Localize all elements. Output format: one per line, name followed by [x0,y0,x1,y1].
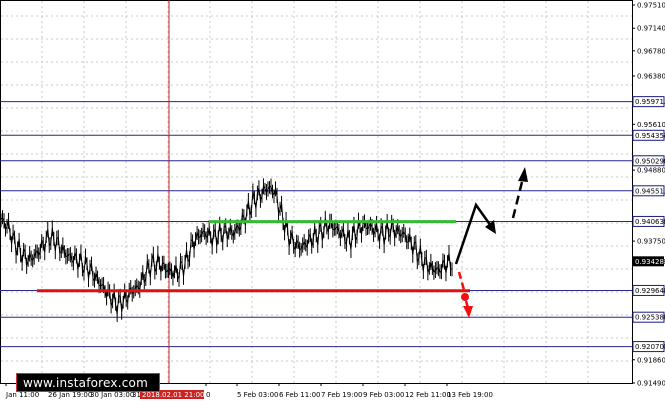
highlight-x-label: 2018.02.01 21:00 [142,391,204,399]
forecast-up-dashed-arrowhead [518,167,528,182]
y-tick-label: 0.96780 [637,47,665,55]
forecast-down-marker [461,293,469,301]
y-tick-label: 0.93750 [637,238,665,246]
plot-frame [0,0,633,384]
x-tick-label: 7 Feb 19:00 [321,391,362,399]
y-tick-label: 0.91860 [637,356,665,364]
chart-canvas: 0.97510 0.97140 0.96780 0.96380 0.95971 0.956… [0,0,665,399]
y-tick-label: 0.95610 [637,121,665,129]
level-price-label: 0.92964 [635,287,664,295]
level-price-label: 0.95971 [635,98,664,106]
y-tick-label: 0.97510 [637,2,665,10]
x-tick-label: Jan 11:00 [5,391,39,399]
y-tick-label: 0.91490 [637,380,665,388]
x-tick-label: 9 Feb 03:00 [363,391,404,399]
x-tick-label: 13 Feb 19:00 [447,391,493,399]
forecast-up-dashed [511,177,525,219]
level-price-label: 0.94063 [635,218,664,226]
forecast-up-arrowhead [485,220,496,234]
forecast-up-path [454,202,493,265]
y-tick-label: 0.96380 [637,72,665,80]
x-tick-label: 12 Feb 11:00 [405,391,451,399]
x-tick-label: 0 [206,391,210,399]
x-tick-label: 5 Feb 03:00 [237,391,278,399]
level-price-label: 0.95029 [635,157,664,165]
y-tick-label: 0.94880 [637,167,665,175]
level-price-label: 0.92538 [635,314,664,322]
instaforex-watermark: www.instaforex.com [16,373,160,392]
level-price-label: 0.95435 [635,132,664,140]
x-tick-label: 6 Feb 11:00 [279,391,320,399]
level-price-label: 0.92070 [635,343,664,351]
current-price-label: 0.93428 [635,258,664,266]
level-price-label: 0.94551 [635,187,664,195]
forecast-down-arrowhead [463,306,473,318]
x-tick-label: 26 Jan 19:00 [48,391,92,399]
forex-chart: 0.97510 0.97140 0.96780 0.96380 0.95971 0.956… [0,0,665,405]
watermark-text: www.instaforex.com [23,375,148,390]
x-tick-label: 30 Jan 03:00 [90,391,134,399]
y-tick-label: 0.97140 [637,25,665,33]
